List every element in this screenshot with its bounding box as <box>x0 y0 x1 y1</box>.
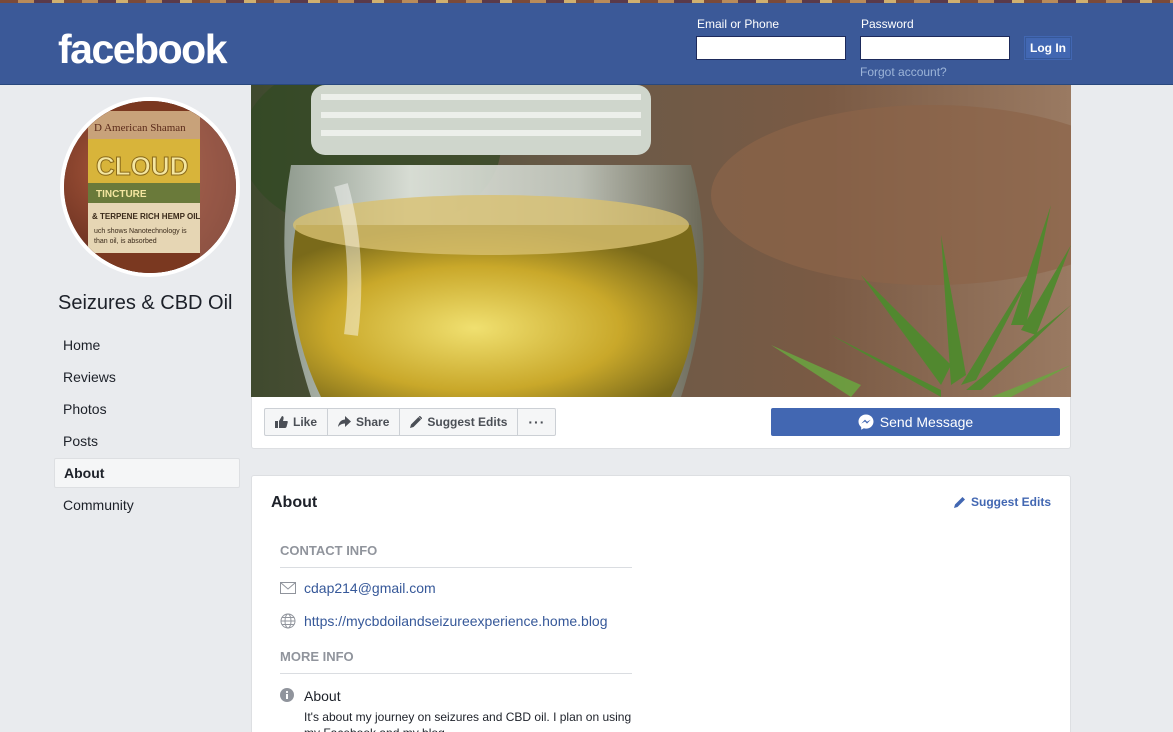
globe-icon <box>280 613 296 629</box>
cover-photo[interactable] <box>251 85 1071 397</box>
svg-text:TINCTURE: TINCTURE <box>96 189 147 200</box>
email-link[interactable]: cdap214@gmail.com <box>304 580 436 596</box>
contact-info-heading: CONTACT INFO <box>280 543 632 568</box>
more-options-button[interactable]: ··· <box>518 409 555 435</box>
svg-text:D American Shaman: D American Shaman <box>94 122 186 134</box>
email-row: cdap214@gmail.com <box>280 580 436 596</box>
action-button-group: Like Share Suggest Edits ··· <box>264 408 557 436</box>
website-link[interactable]: https://mycbdoilandseizureexperience.hom… <box>304 613 608 629</box>
login-button[interactable]: Log In <box>1024 36 1072 60</box>
about-suggest-edits-link[interactable]: Suggest Edits <box>953 495 1051 509</box>
sidebar-item-community[interactable]: Community <box>54 490 240 520</box>
envelope-icon <box>280 582 296 594</box>
page-action-bar: Like Share Suggest Edits ··· Send Messag… <box>251 397 1071 449</box>
more-dots-icon: ··· <box>528 414 546 430</box>
page-sidebar-nav: Home Reviews Photos Posts About Communit… <box>54 330 240 522</box>
password-input[interactable] <box>860 36 1010 60</box>
cbd-tincture-bottle-photo: D American Shaman CLOUD TINCTURE & TERPE… <box>64 101 236 273</box>
password-label: Password <box>861 17 914 31</box>
thumbs-up-icon <box>275 416 288 428</box>
svg-text:CLOUD: CLOUD <box>96 151 188 181</box>
about-info-row <box>280 688 294 702</box>
top-navigation-bar: facebook Email or Phone Password Log In … <box>0 0 1173 85</box>
sidebar-item-reviews[interactable]: Reviews <box>54 362 240 392</box>
about-card: About Suggest Edits CONTACT INFO cdap214… <box>251 475 1071 732</box>
pencil-icon <box>953 497 965 508</box>
like-button[interactable]: Like <box>265 409 329 435</box>
svg-text:uch shows Nanotechnology is: uch shows Nanotechnology is <box>94 228 187 235</box>
svg-text:& TERPENE RICH HEMP OIL: & TERPENE RICH HEMP OIL <box>92 212 200 221</box>
about-description-text: It's about my journey on seizures and CB… <box>304 710 632 732</box>
info-icon <box>280 688 294 702</box>
suggest-edits-label: Suggest Edits <box>427 415 508 429</box>
messenger-icon <box>858 414 874 430</box>
about-suggest-edits-label: Suggest Edits <box>970 495 1051 509</box>
svg-text:than oil, is absorbed: than oil, is absorbed <box>94 238 157 245</box>
sidebar-item-posts[interactable]: Posts <box>54 426 240 456</box>
about-description-label: About <box>304 688 341 704</box>
oil-jar-hemp-leaves-photo <box>251 85 1071 397</box>
share-label: Share <box>356 415 390 429</box>
email-input[interactable] <box>696 36 846 60</box>
about-card-title: About <box>271 494 318 511</box>
sidebar-item-about[interactable]: About <box>54 458 240 488</box>
share-arrow-icon <box>338 416 352 427</box>
suggest-edits-button[interactable]: Suggest Edits <box>400 409 519 435</box>
sidebar-item-home[interactable]: Home <box>54 330 240 360</box>
top-decorative-strip <box>0 0 1173 3</box>
more-info-heading: MORE INFO <box>280 649 632 674</box>
page-title: Seizures & CBD Oil <box>58 292 233 314</box>
website-row: https://mycbdoilandseizureexperience.hom… <box>280 613 608 629</box>
share-button[interactable]: Share <box>328 409 401 435</box>
facebook-logo[interactable]: facebook <box>58 26 228 73</box>
pencil-icon <box>410 416 423 428</box>
like-label: Like <box>293 415 318 429</box>
send-message-button[interactable]: Send Message <box>771 408 1060 436</box>
email-label: Email or Phone <box>697 17 780 31</box>
sidebar-item-photos[interactable]: Photos <box>54 394 240 424</box>
page-profile-picture[interactable]: D American Shaman CLOUD TINCTURE & TERPE… <box>60 97 240 277</box>
send-message-label: Send Message <box>879 414 974 430</box>
forgot-account-link[interactable]: Forgot account? <box>860 65 947 79</box>
